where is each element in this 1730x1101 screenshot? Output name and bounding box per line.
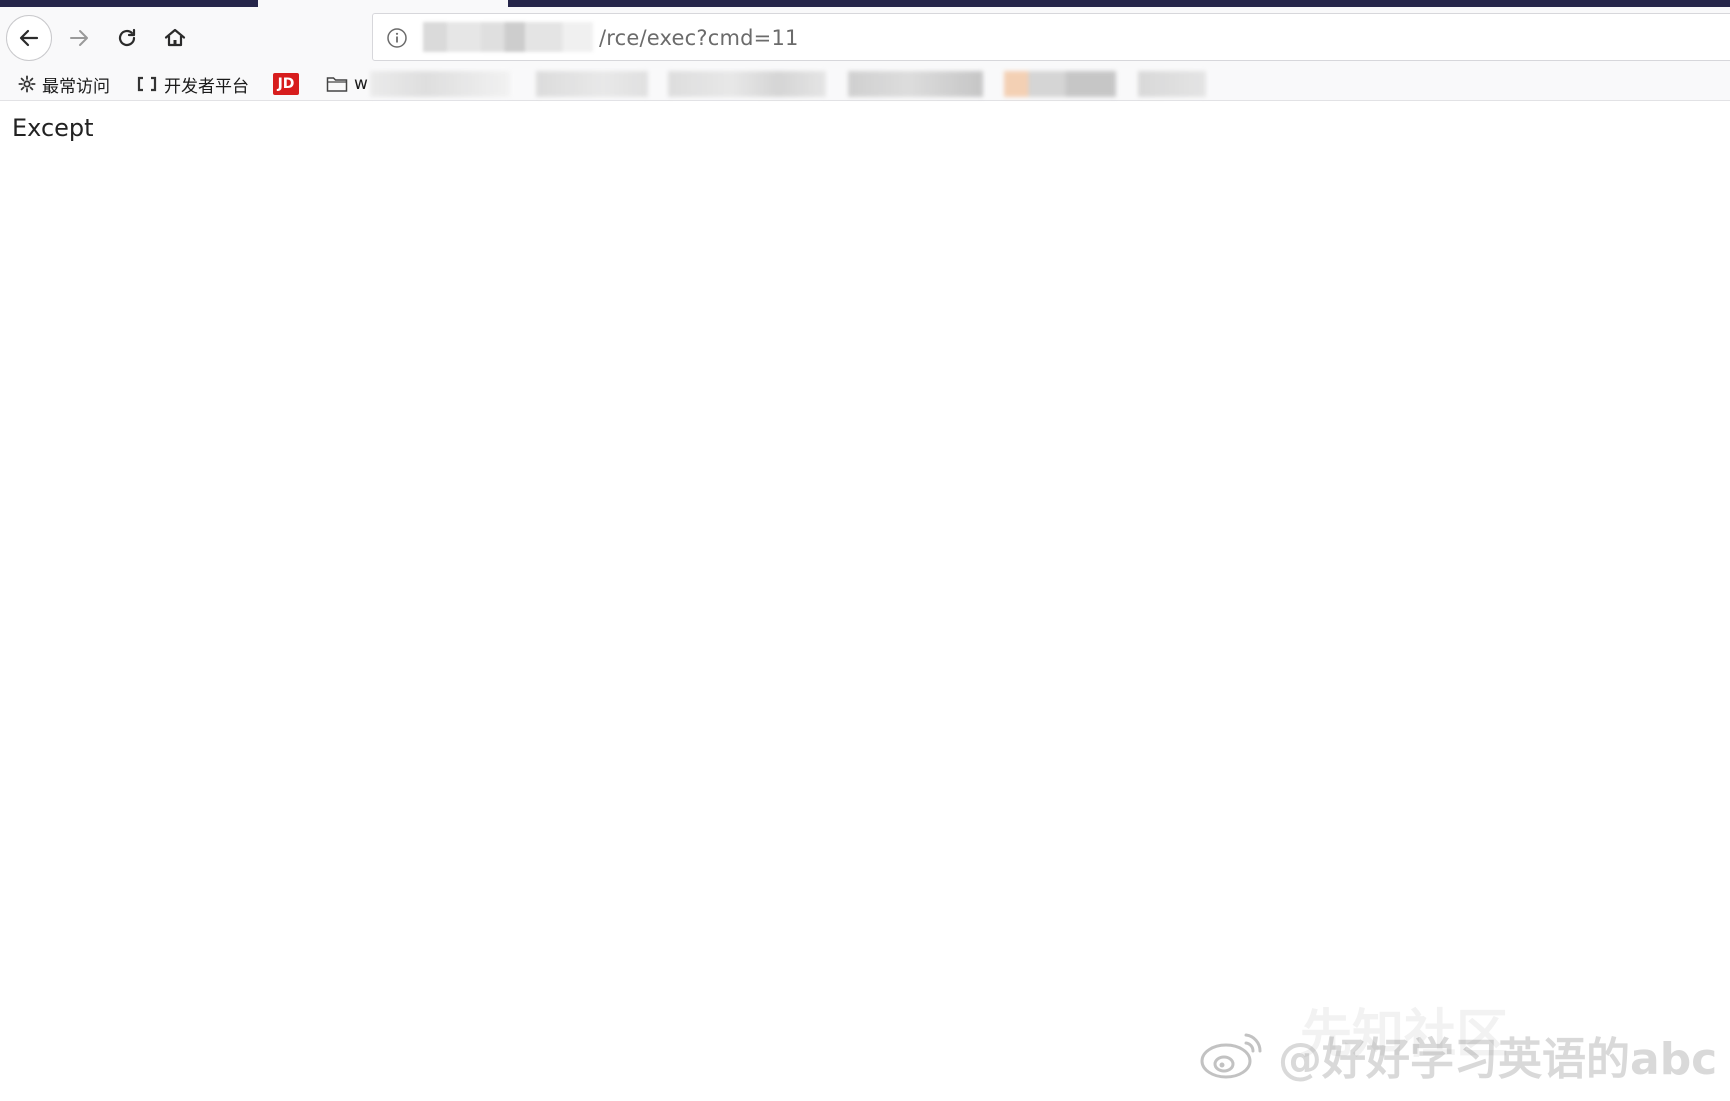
info-icon[interactable] [385,26,409,50]
bookmark-folder[interactable]: w [326,72,368,96]
forward-button[interactable] [56,15,102,61]
redacted-bookmark [848,71,983,97]
bookmark-most-visited[interactable]: 最常访问 [18,72,110,97]
bookmark-jd[interactable]: JD [273,72,299,96]
home-button[interactable] [152,15,198,61]
jd-logo-icon: JD [273,73,299,95]
bookmark-label: 最常访问 [42,76,110,97]
tab-strip [0,0,1730,7]
folder-icon [326,77,348,92]
back-button[interactable] [6,15,52,61]
bookmark-label: w [354,74,368,94]
weibo-watermark: @好好学习英语的abc [1198,1020,1717,1090]
reload-button[interactable] [104,15,150,61]
home-icon [164,28,186,47]
page-body-text: Except [12,114,94,142]
browser-toolbar: /rce/exec?cmd=11 [0,7,1730,67]
gear-icon [18,75,36,93]
redacted-bookmark [1138,71,1206,97]
watermark-text: @好好学习英语的abc [1278,1034,1718,1085]
redacted-bookmark [536,71,648,97]
bookmark-label: 开发者平台 [164,76,249,97]
redacted-host [423,22,593,52]
bookmarks-toolbar: 最常访问 开发者平台 JD w [0,67,1730,101]
reload-icon [118,28,136,47]
url-path-text[interactable]: /rce/exec?cmd=11 [599,26,799,50]
active-tab[interactable] [258,0,508,7]
arrow-right-icon [70,30,88,46]
redacted-bookmark [370,71,510,97]
code-bracket-icon [137,76,157,92]
bookmark-dev-platform[interactable]: 开发者平台 [136,72,249,97]
url-bar[interactable]: /rce/exec?cmd=11 [372,13,1730,61]
redacted-bookmark [668,71,826,97]
redacted-bookmark [1004,71,1116,97]
weibo-icon [1200,1033,1262,1079]
arrow-left-icon [19,29,39,47]
